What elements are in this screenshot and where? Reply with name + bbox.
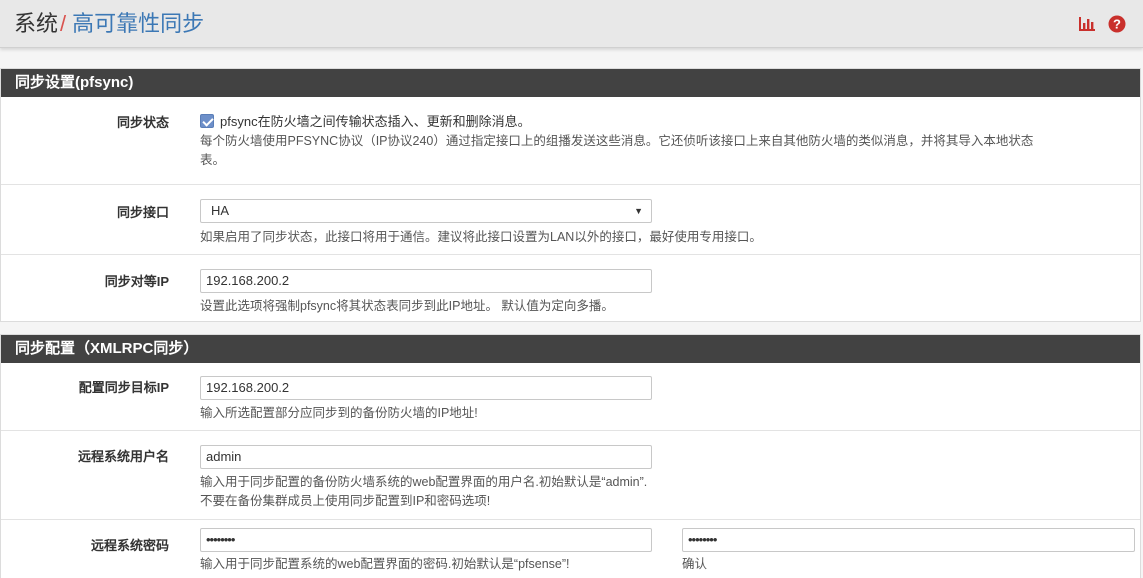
- target-ip-row: 配置同步目标IP 192.168.200.2 输入所选配置部分应同步到的备份防火…: [1, 363, 1140, 431]
- remote-password-row: 远程系统密码 •••••••• •••••••• 输入用于同步配置系统的web配…: [1, 520, 1140, 578]
- sync-state-help: 每个防火墙使用PFSYNC协议（IP协议240）通过指定接口上的组播发送这些消息…: [200, 132, 1135, 170]
- sync-interface-row: 同步接口 HA ▼ 如果启用了同步状态，此接口将用于通信。建议将此接口设置为LA…: [1, 185, 1140, 255]
- remote-password-confirm-input[interactable]: ••••••••: [682, 528, 1135, 552]
- sync-peer-ip-label: 同步对等IP: [104, 274, 169, 289]
- bar-chart-icon[interactable]: [1077, 14, 1097, 34]
- remote-password-help: 输入用于同步配置系统的web配置界面的密码.初始默认是“pfsense”!: [200, 557, 570, 571]
- sync-peer-ip-row: 同步对等IP 192.168.200.2 设置此选项将强制pfsync将其状态表…: [1, 255, 1140, 321]
- sync-interface-value: HA: [211, 203, 230, 218]
- xmlrpc-panel-title: 同步配置（XMLRPC同步）: [1, 335, 1140, 363]
- sync-state-checkbox[interactable]: [200, 114, 214, 128]
- breadcrumb-separator: /: [60, 11, 67, 36]
- sync-state-row: 同步状态 pfsync在防火墙之间传输状态插入、更新和删除消息。 每个防火墙使用…: [1, 97, 1140, 185]
- remote-password-input[interactable]: ••••••••: [200, 528, 652, 552]
- sync-interface-select[interactable]: HA ▼: [200, 199, 652, 223]
- sync-state-checkbox-text: pfsync在防火墙之间传输状态插入、更新和删除消息。: [220, 114, 531, 129]
- breadcrumb-root[interactable]: 系统: [14, 11, 58, 36]
- help-icon[interactable]: ?: [1107, 14, 1127, 34]
- xmlrpc-panel: 同步配置（XMLRPC同步） 配置同步目标IP 192.168.200.2 输入…: [0, 334, 1141, 578]
- remote-user-help-line2: 不要在备份集群成员上使用同步配置到IP和密码选项!: [200, 494, 491, 508]
- sync-interface-help: 如果启用了同步状态，此接口将用于通信。建议将此接口设置为LAN以外的接口，最好使…: [200, 230, 762, 244]
- remote-user-label: 远程系统用户名: [77, 449, 169, 464]
- remote-user-input[interactable]: admin: [200, 445, 652, 469]
- remote-user-help-line1: 输入用于同步配置的备份防火墙系统的web配置界面的用户名.初始默认是“admin…: [200, 475, 648, 489]
- breadcrumb: 系统/高可靠性同步: [14, 10, 204, 38]
- target-ip-input[interactable]: 192.168.200.2: [200, 376, 652, 400]
- pfsync-panel-title: 同步设置(pfsync): [1, 69, 1140, 97]
- sync-state-label: 同步状态: [116, 115, 169, 130]
- remote-user-help: 输入用于同步配置的备份防火墙系统的web配置界面的用户名.初始默认是“admin…: [200, 473, 647, 511]
- svg-text:?: ?: [1113, 17, 1121, 32]
- sync-peer-ip-help: 设置此选项将强制pfsync将其状态表同步到此IP地址。 默认值为定向多播。: [200, 299, 614, 313]
- target-ip-help: 输入所选配置部分应同步到的备份防火墙的IP地址!: [200, 406, 478, 420]
- sync-state-help-line1: 每个防火墙使用PFSYNC协议（IP协议240）通过指定接口上的组播发送这些消息…: [200, 134, 1034, 148]
- breadcrumb-current[interactable]: 高可靠性同步: [72, 11, 204, 36]
- chevron-down-icon: ▼: [634, 206, 643, 216]
- target-ip-label: 配置同步目标IP: [78, 380, 169, 395]
- pfsync-panel: 同步设置(pfsync) 同步状态 pfsync在防火墙之间传输状态插入、更新和…: [0, 68, 1141, 322]
- remote-password-confirm-label: 确认: [682, 557, 708, 571]
- remote-password-label: 远程系统密码: [90, 538, 169, 553]
- sync-interface-label: 同步接口: [116, 205, 169, 220]
- sync-state-help-line2: 表。: [200, 153, 226, 167]
- remote-user-row: 远程系统用户名 admin 输入用于同步配置的备份防火墙系统的web配置界面的用…: [1, 431, 1140, 520]
- sync-peer-ip-input[interactable]: 192.168.200.2: [200, 269, 652, 293]
- top-bar: 系统/高可靠性同步 ?: [0, 0, 1143, 48]
